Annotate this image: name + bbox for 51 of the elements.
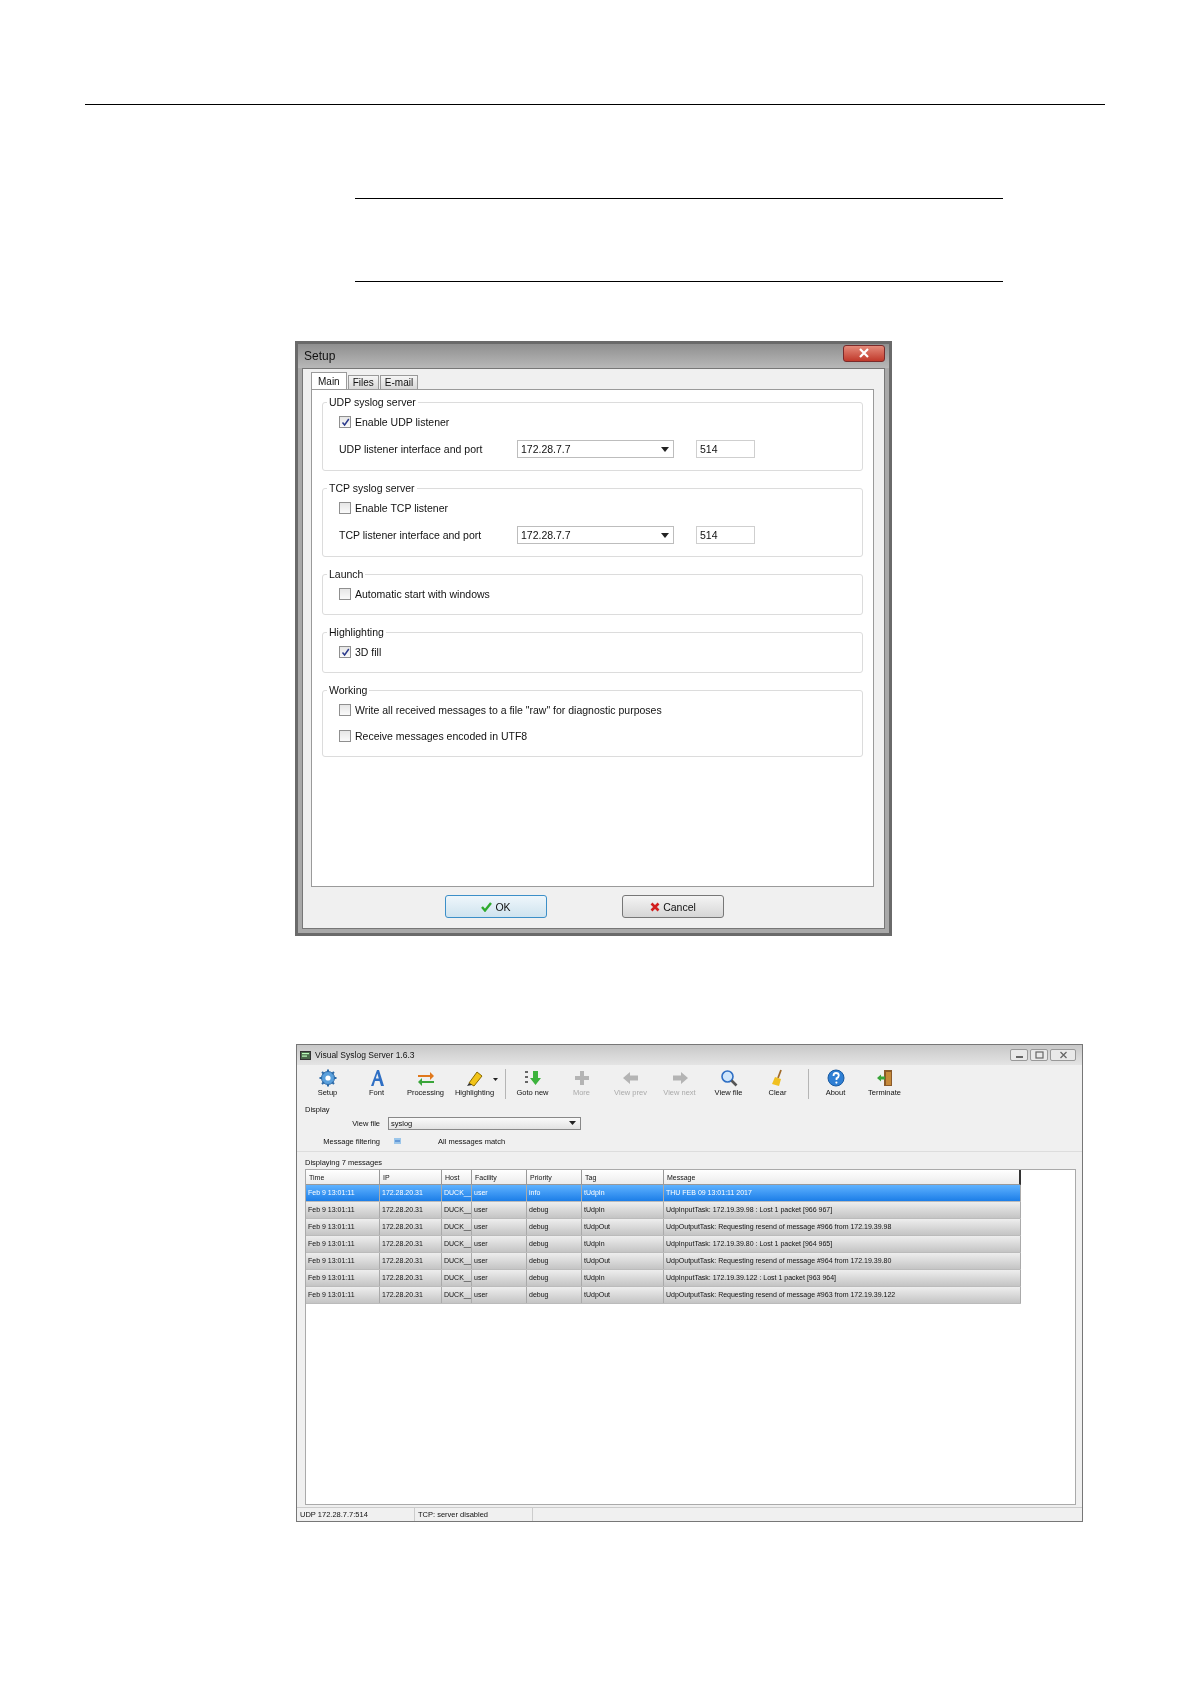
checkbox-label: 3D fill (355, 646, 382, 658)
dropdown-arrow-icon (569, 1121, 576, 1125)
maximize-button[interactable] (1030, 1049, 1048, 1061)
group-title: UDP syslog server (328, 396, 417, 408)
checkbox-label: Receive messages encoded in UTF8 (355, 730, 528, 742)
port-field[interactable]: 514 (696, 526, 755, 544)
setup-icon (317, 1069, 338, 1087)
processing-icon (415, 1069, 436, 1087)
port-field[interactable]: 514 (696, 440, 755, 458)
dropdown-arrow-icon (661, 532, 669, 538)
ok-button[interactable]: OK (445, 895, 547, 918)
checkbox[interactable] (339, 646, 351, 658)
filter-icon (394, 1138, 401, 1144)
tab[interactable]: Files (347, 375, 379, 389)
highlighting-icon (464, 1069, 485, 1087)
caret-icon (493, 1078, 498, 1081)
window-title: Visual Syslog Server 1.6.3 (315, 1050, 415, 1060)
close-icon (1058, 1051, 1068, 1059)
cancel-button[interactable]: Cancel (622, 895, 724, 918)
window-title: Setup (304, 349, 336, 363)
close-icon (858, 348, 870, 358)
cross-icon (650, 901, 661, 912)
about-icon (825, 1069, 846, 1087)
checkbox-label: Enable UDP listener (355, 416, 450, 428)
minimize-button[interactable] (1010, 1049, 1028, 1061)
checkbox-label: Automatic start with windows (355, 588, 490, 600)
filter-button[interactable] (392, 1136, 403, 1146)
tab[interactable]: E-mail (379, 375, 419, 389)
checkbox-label: Enable TCP listener (355, 502, 448, 514)
check-icon (481, 901, 493, 912)
goto-icon (522, 1069, 543, 1087)
view-icon (718, 1069, 739, 1087)
interface-dropdown[interactable]: 172.28.7.7 (517, 526, 674, 544)
tab[interactable]: Main (311, 372, 347, 389)
interface-dropdown[interactable]: 172.28.7.7 (517, 440, 674, 458)
close-button[interactable] (843, 344, 885, 362)
group-title: Highlighting (328, 626, 385, 638)
field-label: TCP listener interface and port (339, 529, 483, 541)
checkbox[interactable] (339, 730, 351, 742)
group-title: TCP syslog server (328, 482, 416, 494)
checkbox[interactable] (339, 502, 351, 514)
group-title: Working (328, 684, 369, 696)
app-icon (300, 1050, 311, 1060)
checkbox-label: Write all received messages to a file "raw" for diagnostic purposes (355, 704, 662, 716)
checkbox[interactable] (339, 416, 351, 428)
dropdown-arrow-icon (661, 446, 669, 452)
checkbox[interactable] (339, 704, 351, 716)
field-label: UDP listener interface and port (339, 443, 484, 455)
group-title: Launch (328, 568, 365, 580)
checkbox[interactable] (339, 588, 351, 600)
maximize-icon (1034, 1051, 1044, 1059)
